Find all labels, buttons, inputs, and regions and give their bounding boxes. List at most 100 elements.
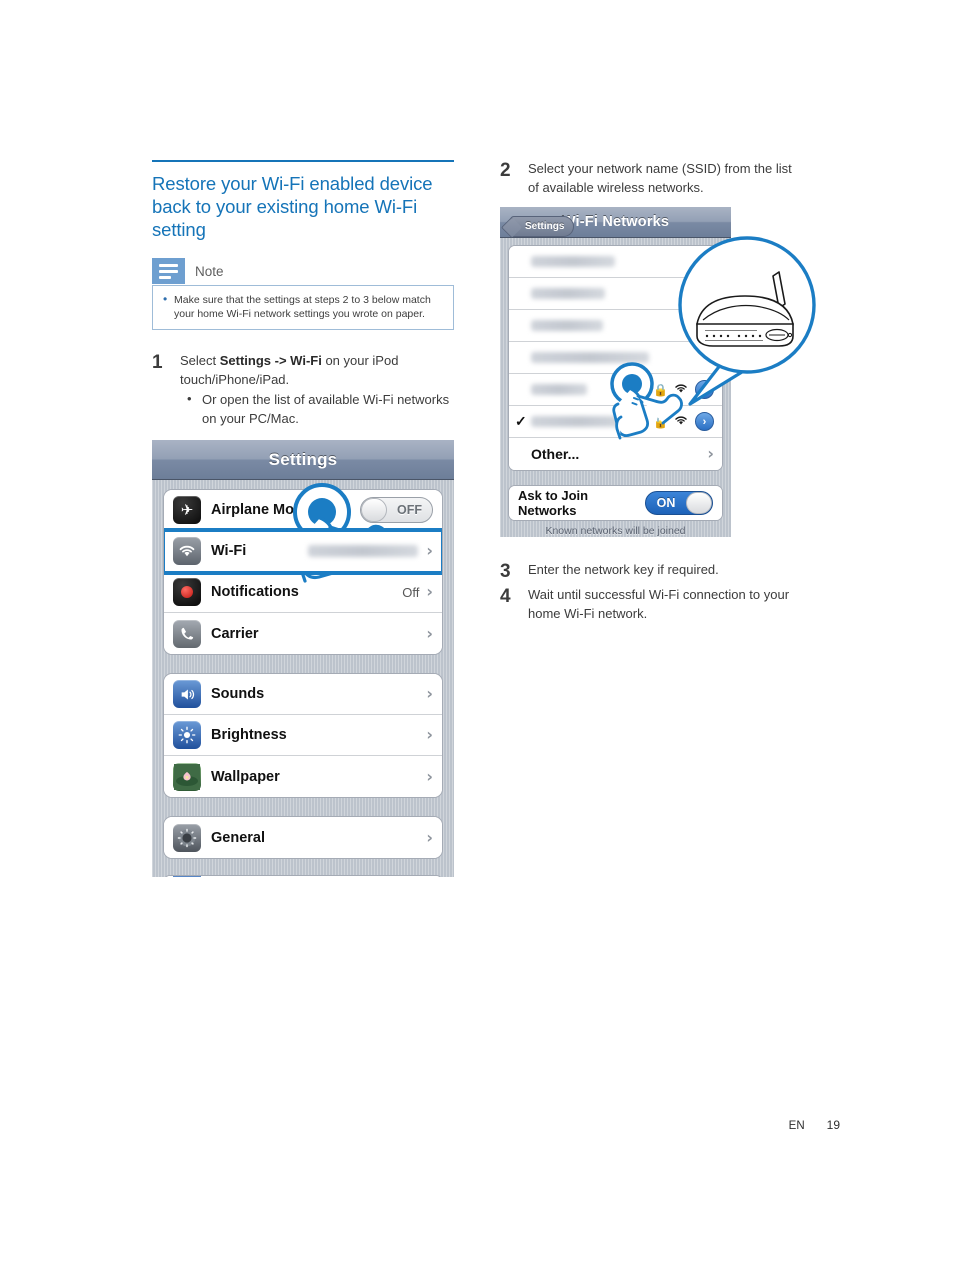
- settings-group-3: General ›: [163, 816, 443, 859]
- note-header: Note: [152, 257, 454, 285]
- ask-to-join-group: Ask to Join Networks ON: [508, 485, 723, 521]
- step-3-text: Enter the network key if required.: [528, 562, 719, 577]
- wifi-network-row[interactable]: [509, 278, 722, 310]
- carrier-icon: [173, 619, 201, 648]
- settings-row-airplane-mode[interactable]: ✈ Airplane Mode OFF: [164, 490, 442, 531]
- settings-row-label: Wallpaper: [211, 768, 280, 785]
- settings-row-label: Airplane Mode: [211, 502, 311, 518]
- settings-row-sounds[interactable]: Sounds ›: [164, 674, 442, 715]
- note-lines-icon: [152, 258, 185, 284]
- wifi-network-row[interactable]: [509, 342, 722, 374]
- page-number: 19: [826, 1118, 840, 1132]
- wifi-network-row[interactable]: [509, 310, 722, 342]
- step-2: 2 Select your network name (SSID) from t…: [500, 160, 802, 197]
- settings-row-clipped[interactable]: [164, 876, 442, 877]
- page-footer: EN 19: [789, 1118, 840, 1132]
- chevron-right-icon: ›: [426, 725, 433, 744]
- note-title: Note: [195, 263, 224, 279]
- settings-row-label: Wi-Fi: [211, 543, 247, 559]
- chevron-right-icon: ›: [426, 766, 433, 786]
- wifi-networks-screenshot: Settings Wi-Fi Networks 🔒 › ✓ 🔒 › Other.…: [500, 207, 731, 537]
- settings-row-wallpaper[interactable]: Wallpaper ›: [164, 756, 442, 797]
- settings-row-value: Off: [402, 584, 420, 600]
- clipped-icon: [173, 876, 201, 877]
- language-code: EN: [788, 1120, 805, 1132]
- settings-group-clipped: [163, 875, 443, 877]
- lock-icon: 🔒: [653, 382, 668, 397]
- settings-group-2: Sounds › Brightness › Wallpaper ›: [163, 673, 443, 798]
- ask-to-join-footnote: Known networks will be joined automatica…: [545, 525, 686, 537]
- step-4-number: 4: [500, 586, 511, 607]
- settings-row-label: Notifications: [211, 584, 299, 600]
- wifi-ssid: [531, 253, 714, 271]
- wifi-other-network-row[interactable]: Other... ›: [509, 438, 722, 470]
- wifi-other-label: Other...: [531, 446, 580, 462]
- lock-icon: 🔒: [653, 414, 668, 429]
- network-info-button[interactable]: ›: [695, 380, 714, 399]
- toggle-knob: [686, 492, 712, 514]
- step-4-text: Wait until successful Wi-Fi connection t…: [528, 587, 790, 621]
- step-1-sub-bullet: Or open the list of available Wi-Fi netw…: [180, 390, 454, 428]
- wifi-ssid: [531, 381, 653, 399]
- settings-nav-bar: Settings: [152, 440, 454, 480]
- toggle-knob: [361, 498, 387, 522]
- wifi-nav-bar: Settings Wi-Fi Networks: [500, 207, 731, 238]
- page-title: Restore your Wi-Fi enabled device back t…: [152, 173, 433, 240]
- step-3-number: 3: [500, 561, 511, 582]
- ask-to-join-label: Ask to Join Networks: [518, 488, 589, 518]
- step-1-text-before: Select: [180, 353, 220, 368]
- wifi-ssid: [531, 317, 714, 335]
- toggle-label: OFF: [397, 503, 422, 517]
- wifi-nav-title: Wi-Fi Networks: [561, 214, 670, 230]
- ask-to-join-toggle[interactable]: ON: [645, 491, 713, 515]
- settings-row-notifications[interactable]: Notifications Off ›: [164, 572, 442, 613]
- step-4: 4 Wait until successful Wi-Fi connection…: [500, 586, 802, 623]
- wifi-signal-icon: [674, 414, 688, 429]
- step-2-number: 2: [500, 160, 511, 181]
- heading-rule: [152, 160, 454, 162]
- wifi-network-row[interactable]: [509, 246, 722, 278]
- wifi-current-network-redacted: [308, 545, 419, 557]
- airplane-mode-toggle[interactable]: OFF: [360, 497, 433, 523]
- chevron-right-icon: ›: [707, 444, 714, 463]
- note-body: Make sure that the settings at steps 2 t…: [152, 285, 454, 330]
- settings-row-label: Brightness: [211, 727, 287, 743]
- step-1-body: Select Settings -> Wi-Fi on your iPod to…: [180, 352, 454, 428]
- manual-page: Restore your Wi-Fi enabled device back t…: [0, 0, 954, 1272]
- general-icon: [173, 823, 201, 852]
- brightness-icon: [173, 721, 201, 749]
- settings-row-carrier[interactable]: Carrier ›: [164, 613, 442, 654]
- step-1: 1 Select Settings -> Wi-Fi on your iPod …: [152, 352, 454, 428]
- settings-screenshot: Settings ✈ Airplane Mode OFF Wi-Fi › Not…: [152, 440, 454, 877]
- wifi-network-row-selected[interactable]: ✓ 🔒 ›: [509, 406, 722, 438]
- toggle-label: ON: [656, 496, 676, 510]
- ask-to-join-row[interactable]: Ask to Join Networks ON: [509, 486, 722, 520]
- settings-row-general[interactable]: General ›: [164, 817, 442, 858]
- back-to-settings-button[interactable]: Settings: [510, 216, 575, 237]
- wallpaper-icon: [173, 762, 201, 791]
- wifi-ssid: [531, 413, 653, 431]
- right-column: 2 Select your network name (SSID) from t…: [500, 160, 816, 627]
- step-3: 3 Enter the network key if required.: [500, 561, 802, 582]
- chevron-right-icon: ›: [426, 582, 433, 601]
- wifi-icon: [173, 537, 201, 565]
- step-1-bold: Settings -> Wi-Fi: [219, 353, 322, 368]
- wifi-networks-group: 🔒 › ✓ 🔒 › Other... ›: [508, 245, 723, 471]
- wifi-signal-icon: [674, 382, 688, 397]
- chevron-right-icon: ›: [426, 623, 433, 643]
- wifi-ssid: [531, 349, 714, 367]
- airplane-icon: ✈: [173, 496, 201, 524]
- wifi-ssid: [531, 285, 714, 303]
- sounds-icon: [173, 680, 201, 708]
- wifi-network-row[interactable]: 🔒 ›: [509, 374, 722, 406]
- settings-row-label: Carrier: [211, 625, 259, 642]
- notifications-icon: [173, 578, 201, 606]
- settings-row-brightness[interactable]: Brightness ›: [164, 715, 442, 756]
- chevron-right-icon: ›: [426, 541, 433, 560]
- settings-nav-title: Settings: [268, 449, 338, 469]
- settings-row-wifi[interactable]: Wi-Fi ›: [164, 528, 442, 575]
- settings-row-label: Sounds: [211, 686, 265, 702]
- chevron-right-icon: ›: [426, 827, 433, 847]
- note-bullet: Make sure that the settings at steps 2 t…: [161, 292, 445, 321]
- network-info-button[interactable]: ›: [695, 412, 714, 431]
